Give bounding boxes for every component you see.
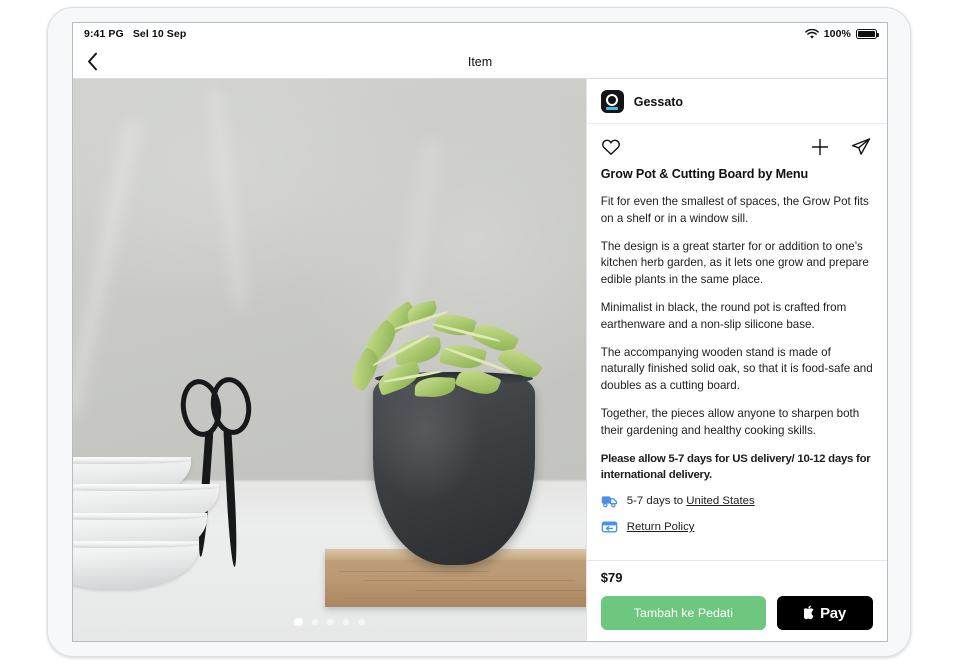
- description-paragraph: Fit for even the smallest of spaces, the…: [600, 195, 869, 225]
- heart-icon[interactable]: [601, 138, 621, 156]
- shipping-estimate-row[interactable]: 5-7 days to United States: [601, 494, 873, 508]
- add-to-cart-button[interactable]: Tambah ke Pedati: [600, 596, 766, 630]
- return-box-icon: [601, 521, 618, 533]
- apple-pay-button[interactable]: Pay: [777, 596, 873, 630]
- nav-bar: Item: [73, 45, 887, 78]
- plus-icon[interactable]: [811, 138, 829, 156]
- shipping-estimate-prefix: 5-7 days to: [626, 494, 687, 507]
- brand-row[interactable]: Gessato: [586, 79, 887, 124]
- brand-name: Gessato: [633, 94, 684, 109]
- return-policy-row[interactable]: Return Policy: [601, 520, 873, 534]
- product-actions-right: [811, 137, 871, 156]
- status-bar-right: 100%: [804, 28, 879, 40]
- back-button[interactable]: [83, 45, 106, 78]
- status-bar: 9:41 PG Sel 10 Sep 100%: [73, 23, 887, 45]
- paper-plane-icon[interactable]: [851, 137, 871, 156]
- purchase-buttons-row: Tambah ke Pedati Pay: [600, 596, 873, 630]
- purchase-bar: $79 Tambah ke Pedati Pay: [586, 560, 887, 641]
- product-actions-row: [587, 124, 887, 167]
- page-dot-5[interactable]: [358, 618, 365, 625]
- status-bar-left: 9:41 PG Sel 10 Sep: [84, 28, 186, 40]
- page-dot-4[interactable]: [342, 618, 350, 625]
- shipping-destination-link[interactable]: United States: [686, 495, 754, 507]
- status-date: Sel 10 Sep: [132, 28, 187, 40]
- delivery-note: Please allow 5-7 days for US delivery/ 1…: [600, 452, 871, 481]
- page-dot-1[interactable]: [294, 617, 303, 626]
- herb-plant: [323, 300, 586, 411]
- chevron-left-icon: [88, 52, 97, 71]
- wifi-icon: [804, 28, 819, 39]
- product-price: $79: [600, 570, 623, 585]
- product-title: Grow Pot & Cutting Board by Menu: [600, 167, 809, 181]
- product-image-gallery[interactable]: [73, 79, 586, 641]
- page-dot-2[interactable]: [311, 618, 319, 625]
- shipping-info-block: 5-7 days to United States Return Policy: [601, 494, 873, 534]
- battery-percent-label: 100%: [823, 28, 851, 40]
- apple-pay-label: Pay: [820, 604, 846, 622]
- shipping-estimate-text: 5-7 days to United States: [627, 495, 755, 507]
- gessato-logo-icon: [600, 90, 624, 113]
- product-detail-panel: Gessato Grow Pot & Cutting Board by Menu…: [585, 79, 887, 641]
- description-paragraph: The accompanying wooden stand is made of…: [600, 345, 873, 393]
- description-paragraph: Minimalist in black, the round pot is cr…: [600, 300, 847, 331]
- tablet-device-frame: 9:41 PG Sel 10 Sep 100% Item Gessato Gro…: [47, 7, 911, 657]
- description-paragraph: The design is a great starter for or add…: [600, 239, 869, 287]
- description-paragraph: Together, the pieces allow anyone to sha…: [600, 406, 860, 437]
- battery-full-icon: [856, 28, 879, 40]
- product-description-scroll[interactable]: Grow Pot & Cutting Board by Menu Fit for…: [587, 167, 887, 560]
- status-time: 9:41 PG: [84, 28, 124, 40]
- page-dot-3[interactable]: [327, 618, 334, 625]
- gallery-page-indicator[interactable]: [73, 617, 586, 626]
- delivery-truck-icon: [601, 496, 617, 508]
- tablet-screen: 9:41 PG Sel 10 Sep 100% Item Gessato Gro…: [72, 22, 888, 642]
- content-area: Gessato Grow Pot & Cutting Board by Menu…: [73, 78, 887, 641]
- page-title: Item: [467, 54, 493, 69]
- apple-logo-icon: [804, 605, 814, 619]
- return-policy-link[interactable]: Return Policy: [627, 521, 695, 533]
- product-photo: [73, 79, 586, 641]
